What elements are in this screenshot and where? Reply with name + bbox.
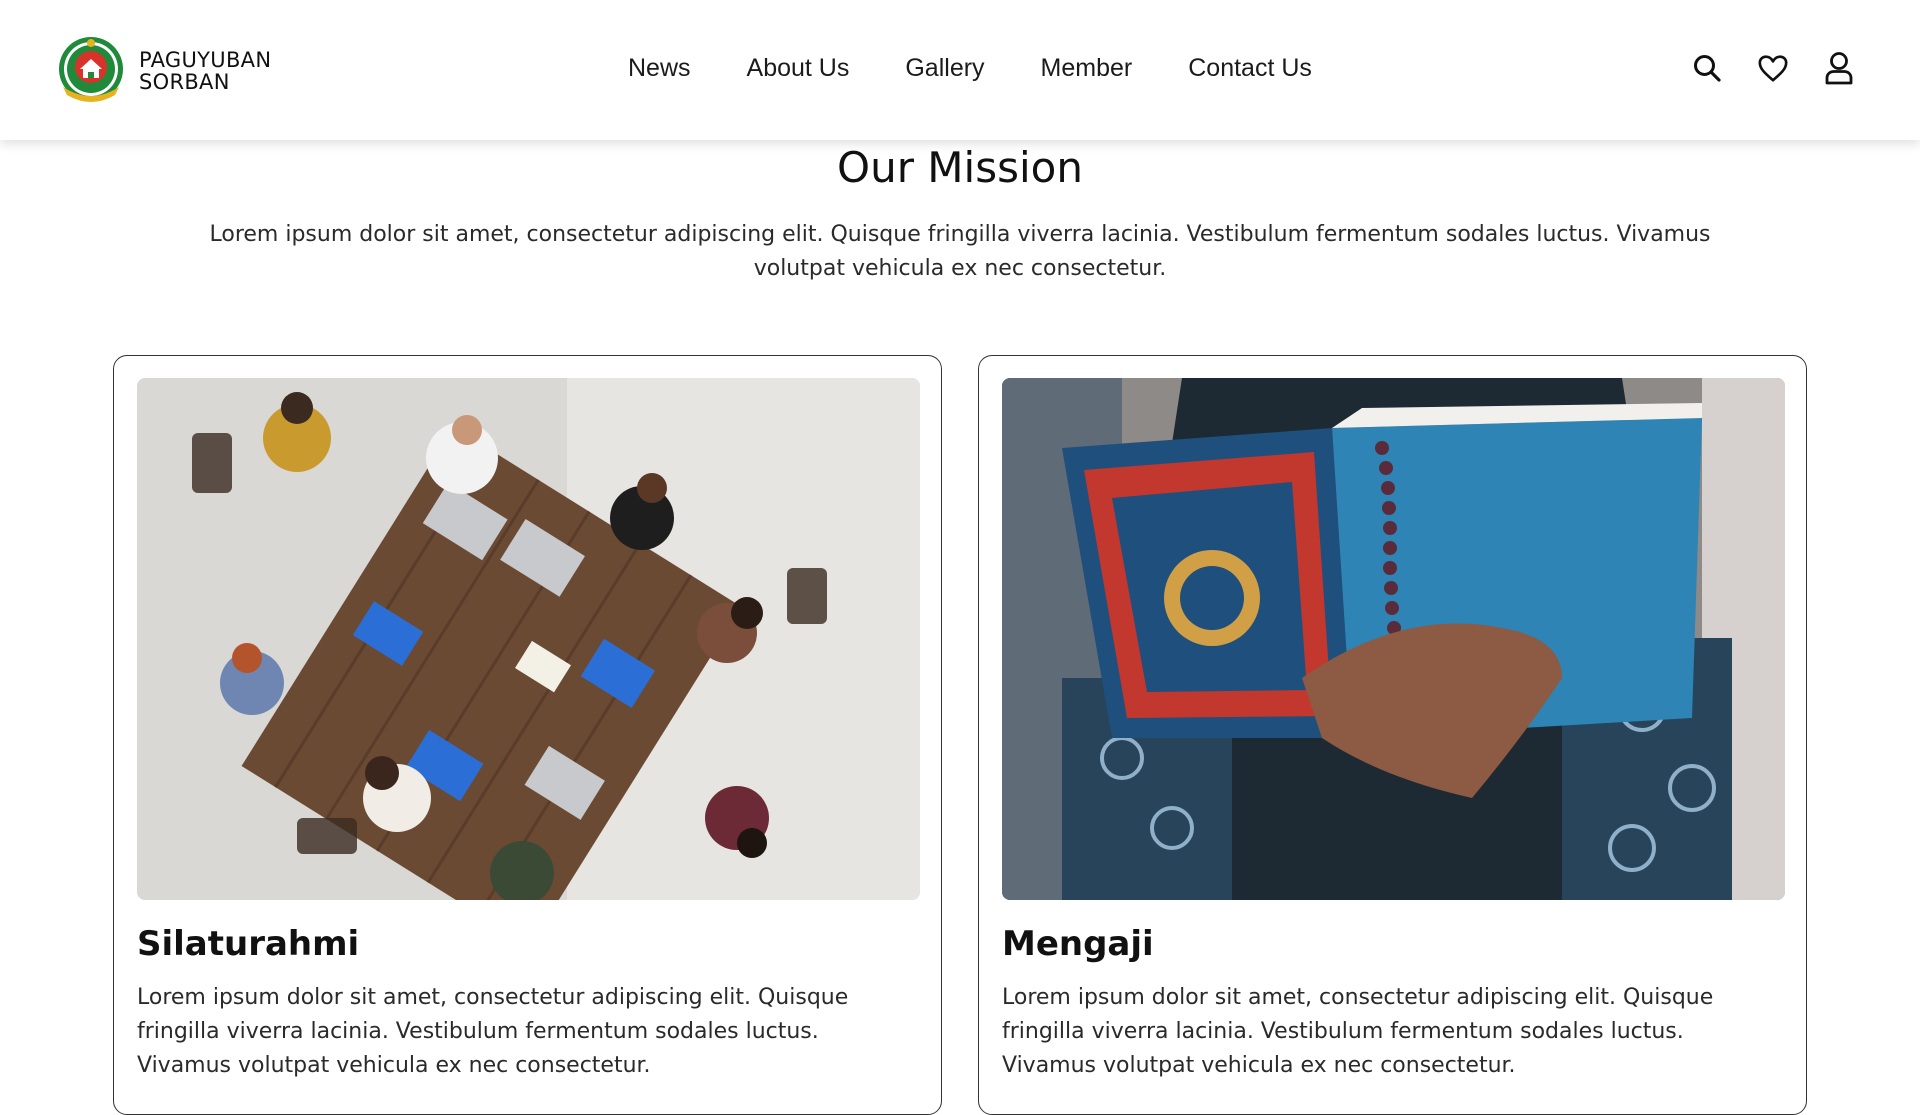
meeting-table-illustration xyxy=(137,378,920,900)
search-button[interactable] xyxy=(1691,52,1723,84)
header-actions xyxy=(1691,52,1855,85)
logo-emblem-graphic xyxy=(59,37,123,102)
brand-name-line2: SORBAN xyxy=(139,70,230,94)
account-button[interactable] xyxy=(1823,52,1855,85)
wishlist-button[interactable] xyxy=(1757,52,1789,84)
heart-icon xyxy=(1758,55,1788,82)
brand-name[interactable]: PAGUYUBAN SORBAN xyxy=(139,49,271,93)
nav-news[interactable]: News xyxy=(628,54,691,83)
card-title: Silaturahmi xyxy=(137,924,360,964)
mission-title: Our Mission xyxy=(837,143,1083,192)
logo-emblem[interactable] xyxy=(55,35,127,107)
mission-card-silaturahmi[interactable]: Silaturahmi Lorem ipsum dolor sit amet, … xyxy=(113,355,942,1115)
card-description: Lorem ipsum dolor sit amet, consectetur … xyxy=(1002,985,1714,1078)
brand-name-line1: PAGUYUBAN xyxy=(139,48,272,72)
main-nav: News About Us Gallery Member Contact Us xyxy=(628,54,1312,83)
card-description: Lorem ipsum dolor sit amet, consectetur … xyxy=(137,985,849,1078)
mission-card-mengaji[interactable]: Mengaji Lorem ipsum dolor sit amet, cons… xyxy=(978,355,1807,1115)
brand[interactable]: PAGUYUBAN SORBAN xyxy=(55,35,271,107)
search-icon xyxy=(1694,55,1721,82)
site-header: PAGUYUBAN SORBAN News About Us Gallery M… xyxy=(0,0,1920,140)
quran-reading-illustration xyxy=(1002,378,1785,900)
card-image-meeting xyxy=(137,378,920,900)
nav-gallery[interactable]: Gallery xyxy=(905,54,984,83)
nav-member[interactable]: Member xyxy=(1041,54,1133,83)
nav-about-us[interactable]: About Us xyxy=(747,54,850,83)
card-image-quran xyxy=(1002,378,1785,900)
mission-description: Lorem ipsum dolor sit amet, consectetur … xyxy=(209,222,1711,281)
user-icon xyxy=(1825,52,1853,85)
card-title: Mengaji xyxy=(1002,924,1154,964)
nav-contact-us[interactable]: Contact Us xyxy=(1188,54,1312,83)
